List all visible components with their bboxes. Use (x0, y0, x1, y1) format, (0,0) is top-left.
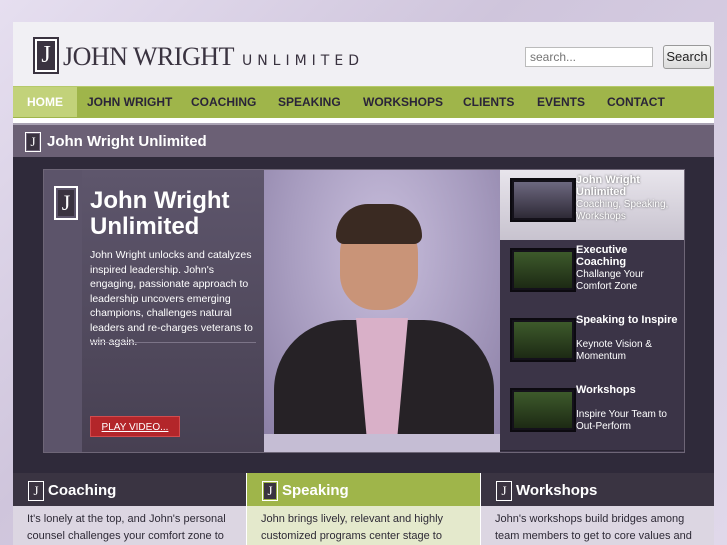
hero-text-panel: John Wright Unlimited John Wright unlock… (82, 170, 264, 452)
logo-icon-small: J (262, 481, 278, 501)
logo-icon-small: J (25, 132, 41, 152)
video-thumbnail (510, 248, 576, 292)
hero-logo-icon: J (54, 186, 78, 220)
logo-letter: J (498, 483, 510, 499)
thumbnail-title: John Wright Unlimited (576, 174, 640, 198)
logo-icon-small: J (496, 481, 512, 501)
logo-letter: J (27, 134, 39, 150)
thumbnail-subtitle: Challange Your Comfort Zone (576, 269, 644, 292)
video-thumbnail (510, 388, 576, 432)
column-header[interactable]: J Coaching (13, 473, 246, 506)
thumbnail-item[interactable]: Executive Coaching Challange Your Comfor… (500, 240, 684, 311)
search-button[interactable]: Search (663, 45, 711, 69)
thumbnail-subtitle: Inspire Your Team to Out-Perform (576, 409, 667, 432)
hero-description: John Wright unlocks and catalyzes inspir… (90, 249, 253, 348)
column-header[interactable]: J Workshops (481, 473, 714, 506)
video-thumbnail (510, 178, 576, 222)
hero-section: J John Wright Unlimited John Wright unlo… (13, 157, 714, 473)
column-header[interactable]: J Speaking (247, 473, 480, 506)
logo-icon[interactable]: J (33, 37, 59, 74)
thumbnail-item[interactable]: Speaking to Inspire Keynote Vision & Mom… (500, 310, 684, 381)
column-title: Speaking (282, 482, 349, 499)
section-title-bar: J John Wright Unlimited (13, 123, 714, 159)
logo-letter: J (58, 190, 74, 216)
logo-letter: J (37, 41, 55, 70)
nav-item-speaking[interactable]: SPEAKING (278, 87, 341, 117)
thumbnail-title: Workshops (576, 384, 636, 396)
thumbnail-title: Speaking to Inspire (576, 314, 678, 326)
column-text: It's lonely at the top, and John's perso… (27, 513, 226, 542)
feature-columns: J Coaching It's lonely at the top, and J… (13, 473, 714, 545)
logo-letter: J (30, 483, 42, 499)
thumbnail-item[interactable]: John Wright Unlimited Coaching, Speaking… (500, 170, 684, 241)
nav-item-events[interactable]: EVENTS (537, 87, 585, 117)
nav-item-clients[interactable]: CLIENTS (463, 87, 514, 117)
column-text: John's workshops build bridges among tea… (495, 513, 692, 542)
hero-divider (90, 342, 256, 343)
column-title: Workshops (516, 482, 598, 499)
nav-item-coaching[interactable]: COACHING (191, 87, 256, 117)
column-title: Coaching (48, 482, 117, 499)
hero-title: John Wright Unlimited (90, 187, 230, 240)
hero-slider: J John Wright Unlimited John Wright unlo… (43, 169, 685, 453)
page-title: John Wright Unlimited (47, 133, 207, 150)
hero-left-strip: J (44, 170, 82, 452)
logo-letter: J (264, 483, 276, 499)
page-container: J JOHN WRIGHT UNLIMITED Search HOME JOHN … (13, 22, 714, 545)
person-hair (336, 204, 422, 244)
thumbnail-subtitle: Coaching, Speaking, Workshops (576, 199, 669, 222)
column-body: John brings lively, relevant and highly … (247, 506, 480, 545)
play-video-button[interactable]: PLAY VIDEO... (90, 416, 180, 437)
column-body: It's lonely at the top, and John's perso… (13, 506, 246, 545)
nav-item-john-wright[interactable]: JOHN WRIGHT (87, 87, 172, 117)
brand-name: JOHN WRIGHT (63, 42, 234, 71)
hero-thumbnail-list: John Wright Unlimited Coaching, Speaking… (500, 170, 684, 452)
column-coaching: J Coaching It's lonely at the top, and J… (13, 473, 246, 545)
column-text: John brings lively, relevant and highly … (261, 513, 444, 542)
main-nav: HOME JOHN WRIGHT COACHING SPEAKING WORKS… (13, 86, 714, 118)
thumbnail-title: Executive Coaching (576, 244, 628, 268)
thumbnail-item[interactable]: Workshops Inspire Your Team to Out-Perfo… (500, 380, 684, 451)
column-speaking: J Speaking John brings lively, relevant … (247, 473, 480, 545)
nav-item-contact[interactable]: CONTACT (607, 87, 665, 117)
thumbnail-subtitle: Keynote Vision & Momentum (576, 339, 652, 362)
hero-photo-caption-strip (264, 434, 500, 452)
site-logo-text[interactable]: JOHN WRIGHT UNLIMITED (63, 42, 364, 72)
logo-icon-small: J (28, 481, 44, 501)
column-workshops: J Workshops John's workshops build bridg… (481, 473, 714, 545)
search-input[interactable] (525, 47, 653, 67)
nav-item-home[interactable]: HOME (13, 87, 77, 117)
site-header: J JOHN WRIGHT UNLIMITED Search (13, 22, 714, 86)
hero-photo (264, 170, 500, 434)
brand-tagline: UNLIMITED (241, 53, 364, 69)
video-thumbnail (510, 318, 576, 362)
nav-item-workshops[interactable]: WORKSHOPS (363, 87, 443, 117)
column-body: John's workshops build bridges among tea… (481, 506, 714, 545)
